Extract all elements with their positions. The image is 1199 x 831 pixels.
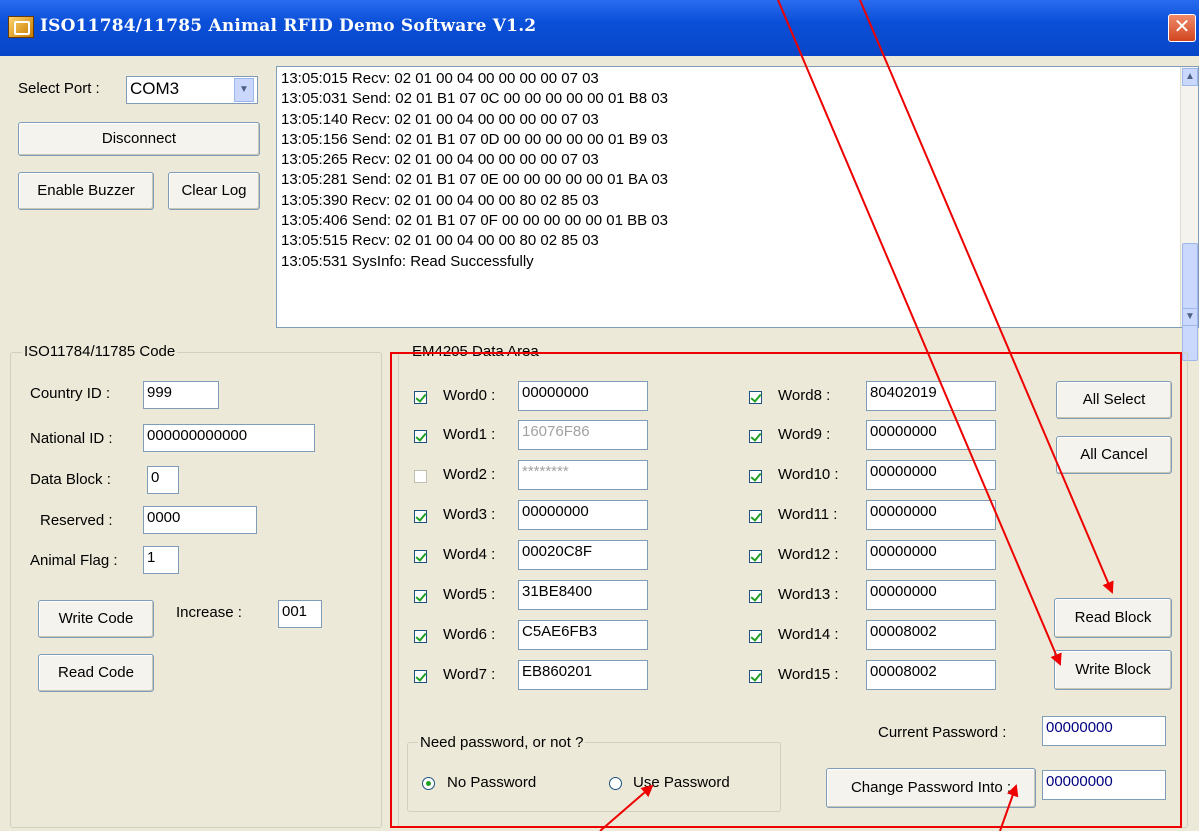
arrow-to-read-block [859,0,1114,594]
annotation-arrows [599,0,1114,831]
arrow-to-write-block [777,0,1062,666]
arrow-to-change-password [999,784,1019,831]
arrow-to-use-password [599,784,654,831]
